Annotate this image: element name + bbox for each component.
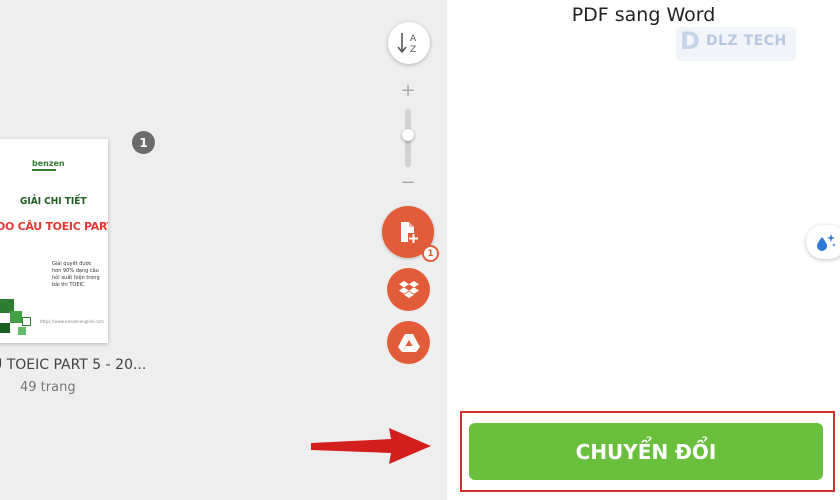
thumb-decor-square [18,327,26,335]
watermark-text: DLZ TECH [706,33,787,49]
thumb-decor-square [22,317,31,326]
thumb-brand: benzen [32,159,65,168]
zoom-out-button[interactable]: − [400,172,416,193]
watermark-logo-d: D [680,27,700,55]
thumb-decor-square [0,323,10,333]
thumb-title-line1: GIẢI CHI TIẾT [20,196,87,207]
red-arrow-annotation [311,428,431,464]
thumb-title-line2: OO CÂU TOEIC PART 5 [0,220,108,233]
thumb-decor-square [10,311,22,323]
water-drop-sparkle-icon [817,234,836,251]
sort-letter-a: A [410,34,417,44]
file-page-count: 49 trang [20,380,76,395]
page-count-badge: 1 [132,131,155,154]
dropbox-button[interactable] [387,268,430,311]
dropbox-icon [398,280,419,298]
thumb-brand-underline [32,169,56,171]
convert-button[interactable]: CHUYỂN ĐỔI [469,423,823,480]
google-drive-button[interactable] [387,321,430,364]
sort-az-icon: A Z [397,33,417,55]
add-file-icon [401,222,419,244]
thumb-description: Giải quyết được hơn 90% dạng câu hỏi xuấ… [52,261,100,288]
thumb-url: https://www.benzenenglish.com [40,319,104,324]
file-count-badge: 1 [422,245,439,262]
zoom-in-button[interactable]: + [400,80,416,101]
sort-az-button[interactable]: A Z [388,22,430,64]
file-name: U TOEIC PART 5 - 20... [0,357,147,373]
zoom-slider-handle[interactable] [402,129,414,141]
sort-letter-z: Z [410,45,416,55]
panel-title: PDF sang Word [571,4,716,26]
google-drive-icon [397,333,420,352]
pdf-thumbnail[interactable]: benzen GIẢI CHI TIẾT OO CÂU TOEIC PART 5… [0,139,108,343]
